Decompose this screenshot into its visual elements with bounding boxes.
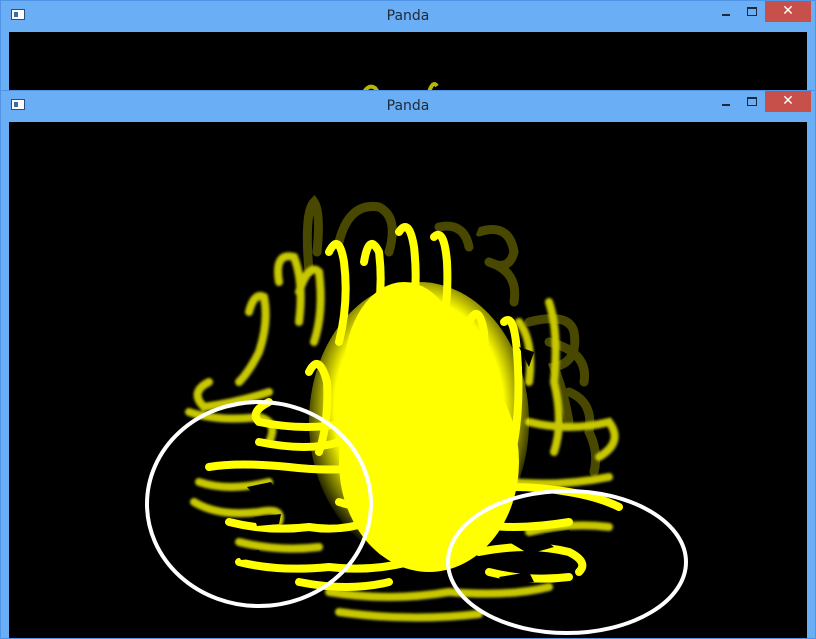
minimize-icon: [722, 103, 730, 106]
render-viewport[interactable]: [9, 122, 807, 638]
particle-preview: [362, 82, 439, 92]
titlebar[interactable]: Panda ✕: [1, 1, 815, 31]
close-button[interactable]: ✕: [765, 1, 811, 22]
close-icon: ✕: [782, 93, 794, 109]
annotation-circle-right: [446, 489, 688, 635]
window-title: Panda: [386, 98, 430, 114]
particle-scene: [145, 195, 688, 635]
window-title: Panda: [386, 8, 430, 24]
minimize-icon: [722, 13, 730, 16]
titlebar[interactable]: Panda ✕: [1, 91, 815, 121]
close-icon: ✕: [782, 3, 794, 19]
background-window[interactable]: Panda ✕: [0, 0, 816, 100]
foreground-window[interactable]: Panda ✕: [0, 90, 816, 639]
close-button[interactable]: ✕: [765, 91, 811, 112]
maximize-icon: [747, 97, 757, 106]
maximize-button[interactable]: [737, 1, 767, 22]
maximize-button[interactable]: [737, 91, 767, 112]
render-viewport[interactable]: [9, 32, 807, 92]
maximize-icon: [747, 7, 757, 16]
